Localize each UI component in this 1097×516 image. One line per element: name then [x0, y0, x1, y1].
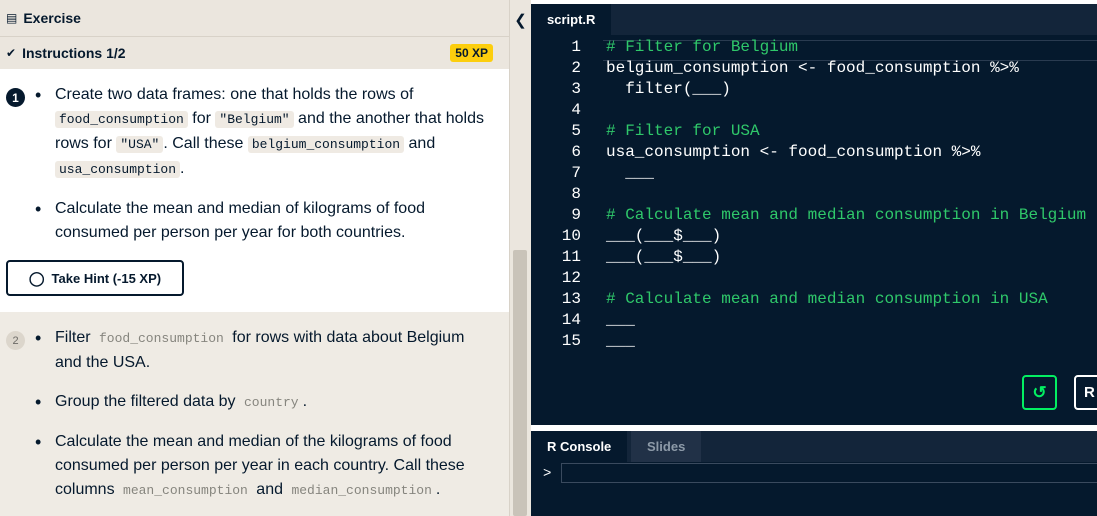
step-number-1: 1 [6, 88, 25, 107]
line-number: 2 [571, 59, 581, 77]
code-line[interactable]: 7 ___ [531, 163, 1097, 184]
line-number: 11 [561, 248, 581, 266]
code-line[interactable]: 14 ___ [531, 310, 1097, 331]
tab-slides[interactable]: Slides [631, 431, 702, 462]
line-number: 14 [561, 311, 581, 329]
line-number: 13 [561, 290, 581, 308]
step-number-2: 2 [6, 331, 25, 350]
line-number: 6 [571, 143, 581, 161]
code-line[interactable]: 4 [531, 100, 1097, 121]
inline-code: country [244, 395, 299, 410]
line-number: 3 [571, 80, 581, 98]
inline-code: "USA" [116, 136, 164, 153]
code-line[interactable]: 8 [531, 184, 1097, 205]
line-number: 12 [561, 269, 581, 287]
take-hint-button[interactable]: ◯ Take Hint (-15 XP) [6, 260, 184, 296]
code-comment: # Filter for USA [606, 122, 760, 140]
reset-icon[interactable]: ↺ [1022, 375, 1057, 410]
lightbulb-icon: ◯ [28, 269, 45, 286]
workspace-panel: script.R 1 # Filter for Belgium 2 belgium_c… [531, 0, 1097, 516]
code-text: filter(___) [606, 80, 731, 98]
code-editor[interactable]: script.R 1 # Filter for Belgium 2 belgium_c… [531, 4, 1097, 425]
inline-code: food_consumption [99, 331, 224, 346]
code-line[interactable]: 12 [531, 268, 1097, 289]
console-input[interactable] [561, 463, 1097, 483]
panel-divider: ❮ [509, 0, 531, 516]
code-text: ___ [606, 311, 635, 329]
console-tab-bar: R Console Slides [531, 431, 1097, 462]
exercise-header[interactable]: ▤ Exercise [0, 0, 509, 37]
step-2[interactable]: 2 Filter food_consumption for rows with … [0, 312, 509, 516]
code-comment: # Filter for Belgium [606, 38, 799, 56]
line-number: 9 [571, 206, 581, 224]
instructions-panel: ▤ Exercise ✔ Instructions 1/2 50 XP 1 Cr… [0, 0, 509, 516]
inline-code: usa_consumption [55, 161, 181, 178]
chevron-left-icon[interactable]: ❮ [510, 6, 531, 34]
code-line[interactable]: 13 # Calculate mean and median consumptio… [531, 289, 1097, 310]
console-panel: R Console Slides > [531, 431, 1097, 516]
inline-code: mean_consumption [123, 483, 248, 498]
code-comment: # Calculate mean and median consumption … [606, 206, 1087, 224]
step-1-list: Create two data frames: one that holds t… [35, 83, 490, 260]
code-line[interactable]: 3 filter(___) [531, 79, 1097, 100]
step-1: 1 Create two data frames: one that holds… [0, 69, 509, 312]
editor-tab-bar: script.R [531, 4, 1097, 35]
line-number: 7 [571, 164, 581, 182]
line-number: 15 [561, 332, 581, 350]
scrollbar-thumb[interactable] [513, 250, 527, 516]
step-2-list: Filter food_consumption for rows with da… [35, 326, 490, 516]
step-2-bullet-1: Filter food_consumption for rows with da… [35, 326, 490, 375]
xp-badge: 50 XP [450, 44, 493, 62]
code-text: ___(___$___) [606, 227, 722, 245]
exercise-title: Exercise [23, 10, 81, 26]
inline-code: food_consumption [55, 111, 188, 128]
code-text: ___ [606, 164, 655, 182]
step-2-bullet-3: Calculate the mean and median of the kil… [35, 430, 490, 503]
code-line[interactable]: 5 # Filter for USA [531, 121, 1097, 142]
code-line[interactable]: 10 ___(___$___) [531, 226, 1097, 247]
instructions-title: Instructions 1/2 [22, 45, 126, 61]
inline-code: "Belgium" [215, 111, 294, 128]
code-line[interactable]: 15 ___ [531, 331, 1097, 352]
code-line[interactable]: 9 # Calculate mean and median consumption… [531, 205, 1097, 226]
inline-code: belgium_consumption [247, 136, 405, 153]
check-circle-icon: ✔ [6, 46, 17, 60]
line-number: 4 [571, 101, 581, 119]
step-1-bullet-2: Calculate the mean and median of kilogra… [35, 197, 490, 245]
code-text: ___ [606, 332, 635, 350]
step-1-bullet-1: Create two data frames: one that holds t… [35, 83, 490, 182]
app-root: ▤ Exercise ✔ Instructions 1/2 50 XP 1 Cr… [0, 0, 1097, 516]
code-text: ___(___$___) [606, 248, 722, 266]
code-text: belgium_consumption <- food_consumption … [606, 59, 1019, 77]
run-button[interactable]: R [1074, 375, 1097, 410]
code-line[interactable]: 6 usa_consumption <- food_consumption %>% [531, 142, 1097, 163]
code-text: usa_consumption <- food_consumption %>% [606, 143, 981, 161]
code-line[interactable]: 2 belgium_consumption <- food_consumption… [531, 58, 1097, 79]
hint-label: Take Hint (-15 XP) [51, 270, 162, 286]
line-number: 1 [571, 38, 581, 56]
tab-script-r[interactable]: script.R [531, 4, 612, 35]
code-comment: # Calculate mean and median consumption … [606, 290, 1048, 308]
code-lines[interactable]: 1 # Filter for Belgium 2 belgium_consumptio… [531, 37, 1097, 352]
line-number: 10 [561, 227, 581, 245]
line-number: 8 [571, 185, 581, 203]
console-prompt: > [543, 466, 552, 482]
code-line[interactable]: 1 # Filter for Belgium [531, 37, 1097, 58]
inline-code: median_consumption [291, 483, 432, 498]
tab-r-console[interactable]: R Console [531, 431, 628, 462]
code-line[interactable]: 11 ___(___$___) [531, 247, 1097, 268]
instructions-header[interactable]: ✔ Instructions 1/2 50 XP [0, 37, 509, 69]
document-icon: ▤ [6, 11, 18, 25]
step-2-bullet-2: Group the filtered data by country. [35, 390, 490, 415]
line-number: 5 [571, 122, 581, 140]
